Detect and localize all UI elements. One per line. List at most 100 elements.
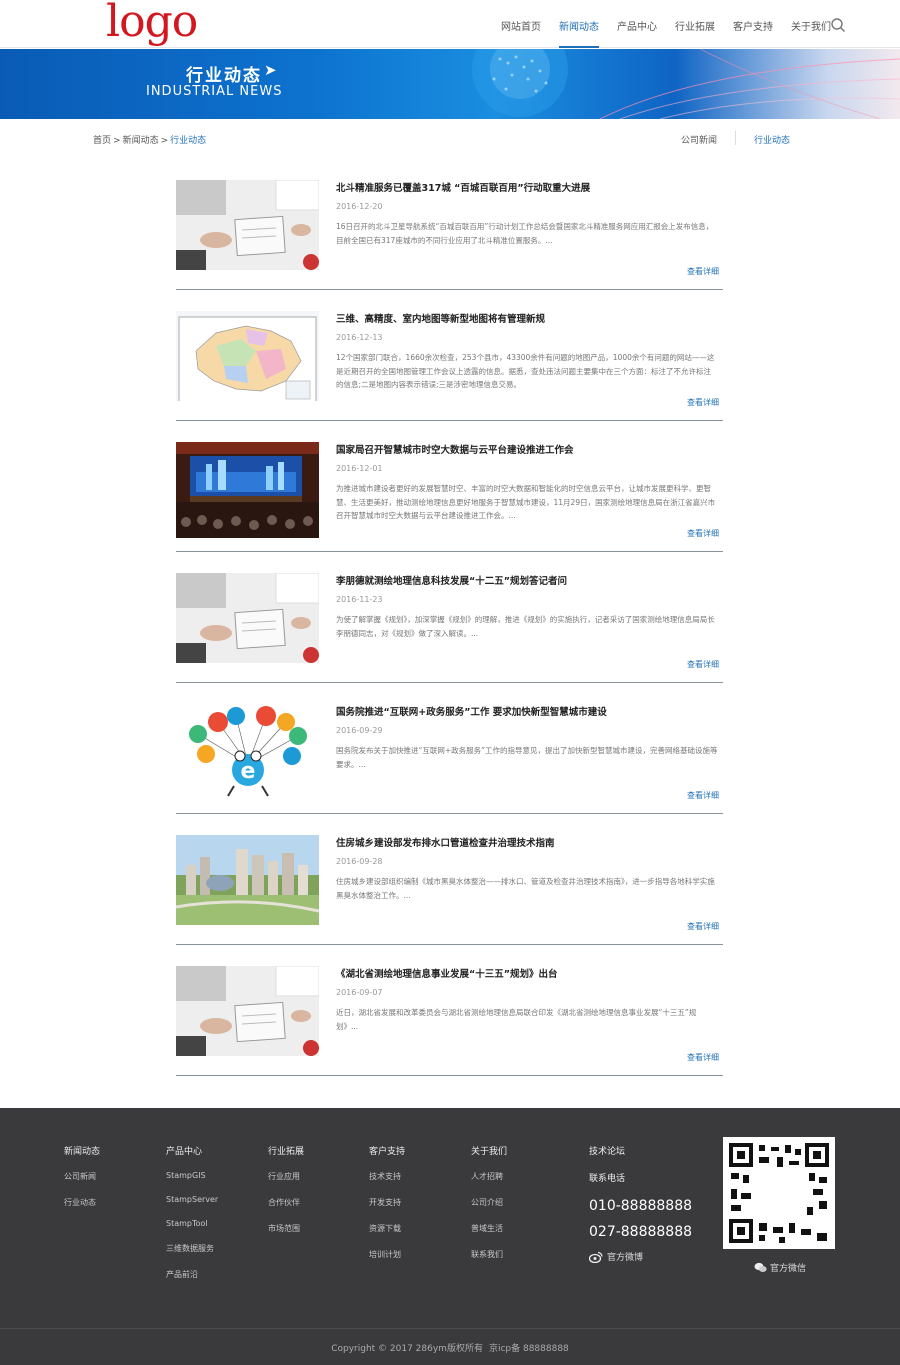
article-thumbnail[interactable]: [176, 311, 319, 401]
footer-col-support: 客户支持 技术支持 开发支持 资源下载 培训计划: [369, 1144, 405, 1275]
footer-heading[interactable]: 客户支持: [369, 1144, 405, 1157]
article-item: 北斗精准服务已覆盖317城 “百城百联百用”行动取重大进展 2016-12-20…: [176, 180, 723, 290]
read-more-link[interactable]: 查看详细: [687, 790, 719, 801]
footer-link[interactable]: 市场范围: [268, 1223, 304, 1234]
wechat-icon: [754, 1262, 767, 1272]
footer-link[interactable]: 行业应用: [268, 1171, 304, 1182]
footer-link[interactable]: 产品前沿: [166, 1269, 218, 1280]
site-header: logo 网站首页 新闻动态 产品中心 行业拓展 客户支持 关于我们: [0, 0, 900, 48]
read-more-link[interactable]: 查看详细: [687, 397, 719, 408]
article-thumbnail[interactable]: [176, 835, 319, 925]
article-title[interactable]: 北斗精准服务已覆盖317城 “百城百联百用”行动取重大进展: [336, 180, 590, 194]
article-item: 三维、高精度、室内地图等新型地图将有管理新规 2016-12-13 12个国家部…: [176, 311, 723, 421]
footer-link[interactable]: StampGIS: [166, 1171, 218, 1180]
nav-products[interactable]: 产品中心: [617, 18, 657, 48]
footer-link[interactable]: 三维数据服务: [166, 1243, 218, 1254]
footer-contact-label: 联系电话: [589, 1174, 626, 1184]
article-thumbnail[interactable]: [176, 180, 319, 270]
breadcrumb-current: 行业动态: [170, 136, 207, 146]
breadcrumb-home[interactable]: 首页: [93, 136, 111, 146]
read-more-link[interactable]: 查看详细: [687, 659, 719, 670]
article-summary: 12个国家部门联合，1660余次检查，253个县市，43300余件有问题的地图产…: [336, 353, 715, 389]
banner-arrow-icon: ➤: [264, 61, 277, 79]
copyright: Copyright © 2017 286ym版权所有 京icp备 88888888: [0, 1341, 900, 1354]
footer-phone: 027-88888888: [589, 1224, 693, 1240]
article-title[interactable]: 住房城乡建设部发布排水口管道检查井治理技术指南: [336, 835, 555, 849]
read-more-link[interactable]: 查看详细: [687, 1052, 719, 1063]
wechat-qr-code: [723, 1137, 835, 1249]
footer-link[interactable]: 公司介绍: [471, 1197, 507, 1208]
footer-col-products: 产品中心 StampGIS StampServer StampTool 三维数据…: [166, 1144, 218, 1295]
article-date: 2016-12-20: [336, 202, 383, 211]
footer-link[interactable]: StampTool: [166, 1219, 218, 1228]
footer-heading[interactable]: 关于我们: [471, 1144, 507, 1157]
read-more-link[interactable]: 查看详细: [687, 528, 719, 539]
wechat-link[interactable]: 官方微信: [754, 1261, 806, 1274]
footer-col-industry: 行业拓展 行业应用 合作伙伴 市场范围: [268, 1144, 304, 1249]
site-logo[interactable]: logo: [106, 0, 198, 47]
icp-number[interactable]: 京icp备 88888888: [489, 1344, 569, 1354]
article-thumbnail[interactable]: e: [176, 704, 319, 799]
article-summary: 国务院发布关于加快推进“互联网+政务服务”工作的指导意见，提出了加快新型智慧城市…: [336, 746, 718, 769]
subnav-divider: [735, 131, 737, 145]
footer-phone: 010-88888888: [589, 1198, 693, 1214]
footer-col-contact: 技术论坛 联系电话 010-88888888 027-88888888 官方微博: [589, 1144, 692, 1263]
footer-link[interactable]: 开发支持: [369, 1197, 405, 1208]
read-more-link[interactable]: 查看详细: [687, 921, 719, 932]
footer-link[interactable]: 合作伙伴: [268, 1197, 304, 1208]
footer-link[interactable]: 普域生活: [471, 1223, 507, 1234]
footer-link[interactable]: 技术支持: [369, 1171, 405, 1182]
footer-link[interactable]: 培训计划: [369, 1249, 405, 1260]
footer-link[interactable]: 公司新闻: [64, 1171, 100, 1182]
banner-subtitle: INDUSTRIAL NEWS: [146, 84, 283, 99]
article-title[interactable]: 国务院推进“互联网+政务服务”工作 要求加快新型智慧城市建设: [336, 704, 607, 718]
article-date: 2016-09-07: [336, 988, 383, 997]
article-date: 2016-09-29: [336, 726, 383, 735]
article-title[interactable]: 李朋德就测绘地理信息科技发展“十二五”规划答记者问: [336, 573, 567, 587]
nav-home[interactable]: 网站首页: [501, 18, 541, 48]
main-nav: 网站首页 新闻动态 产品中心 行业拓展 客户支持 关于我们: [492, 18, 840, 48]
weibo-label: 官方微博: [607, 1253, 644, 1263]
footer-link[interactable]: 资源下载: [369, 1223, 405, 1234]
subnav-company-news[interactable]: 公司新闻: [681, 133, 735, 146]
weibo-icon: [589, 1251, 603, 1263]
article-thumbnail[interactable]: [176, 573, 319, 663]
article-thumbnail[interactable]: [176, 966, 319, 1056]
nav-news[interactable]: 新闻动态: [559, 18, 599, 48]
nav-industry[interactable]: 行业拓展: [675, 18, 715, 48]
sub-nav: 公司新闻 行业动态: [681, 131, 808, 146]
article-title[interactable]: 三维、高精度、室内地图等新型地图将有管理新规: [336, 311, 545, 325]
search-icon[interactable]: [830, 17, 846, 33]
article-item: 住房城乡建设部发布排水口管道检查井治理技术指南 2016-09-28 住房城乡建…: [176, 835, 723, 945]
wechat-label: 官方微信: [770, 1264, 807, 1274]
svg-text:e: e: [241, 759, 256, 784]
breadcrumb-news[interactable]: 新闻动态: [123, 136, 159, 146]
footer-col-news: 新闻动态 公司新闻 行业动态: [64, 1144, 100, 1223]
footer-link[interactable]: 联系我们: [471, 1249, 507, 1260]
footer-heading[interactable]: 行业拓展: [268, 1144, 304, 1157]
article-date: 2016-12-13: [336, 333, 383, 342]
read-more-link[interactable]: 查看详细: [687, 266, 719, 277]
footer-heading[interactable]: 产品中心: [166, 1144, 218, 1157]
article-item: e 国务院推进“互联网+政务服务”工作 要求加快新型智慧城市建设 2016-09…: [176, 704, 723, 814]
article-summary: 16日召开的北斗卫星导航系统“百城百联百用”行动计划工作总结会暨国家北斗精准服务…: [336, 222, 714, 245]
subnav-industry-news[interactable]: 行业动态: [754, 133, 808, 146]
weibo-link[interactable]: 官方微博: [589, 1250, 692, 1263]
footer-heading[interactable]: 新闻动态: [64, 1144, 100, 1157]
article-title[interactable]: 《湖北省测绘地理信息事业发展“十三五”规划》出台: [336, 966, 558, 980]
footer-link[interactable]: StampServer: [166, 1195, 218, 1204]
article-summary: 住房城乡建设部组织编制《城市黑臭水体整治——排水口、管道及检查井治理技术指南》，…: [336, 877, 715, 900]
article-thumbnail[interactable]: [176, 442, 319, 538]
article-summary: 近日，湖北省发展和改革委员会与湖北省测绘地理信息局联合印发《湖北省测绘地理信息事…: [336, 1008, 697, 1031]
nav-support[interactable]: 客户支持: [733, 18, 773, 48]
article-date: 2016-09-28: [336, 857, 383, 866]
article-item: 国家局召开智慧城市时空大数据与云平台建设推进工作会 2016-12-01 为推进…: [176, 442, 723, 552]
article-title[interactable]: 国家局召开智慧城市时空大数据与云平台建设推进工作会: [336, 442, 574, 456]
footer-link[interactable]: 人才招聘: [471, 1171, 507, 1182]
footer-link[interactable]: 行业动态: [64, 1197, 100, 1208]
footer-col-about: 关于我们 人才招聘 公司介绍 普域生活 联系我们: [471, 1144, 507, 1275]
nav-about[interactable]: 关于我们: [791, 18, 831, 48]
banner-graphic: [472, 49, 900, 119]
breadcrumb-sep: >: [160, 136, 169, 146]
footer-tech-forum[interactable]: 技术论坛: [589, 1144, 692, 1157]
